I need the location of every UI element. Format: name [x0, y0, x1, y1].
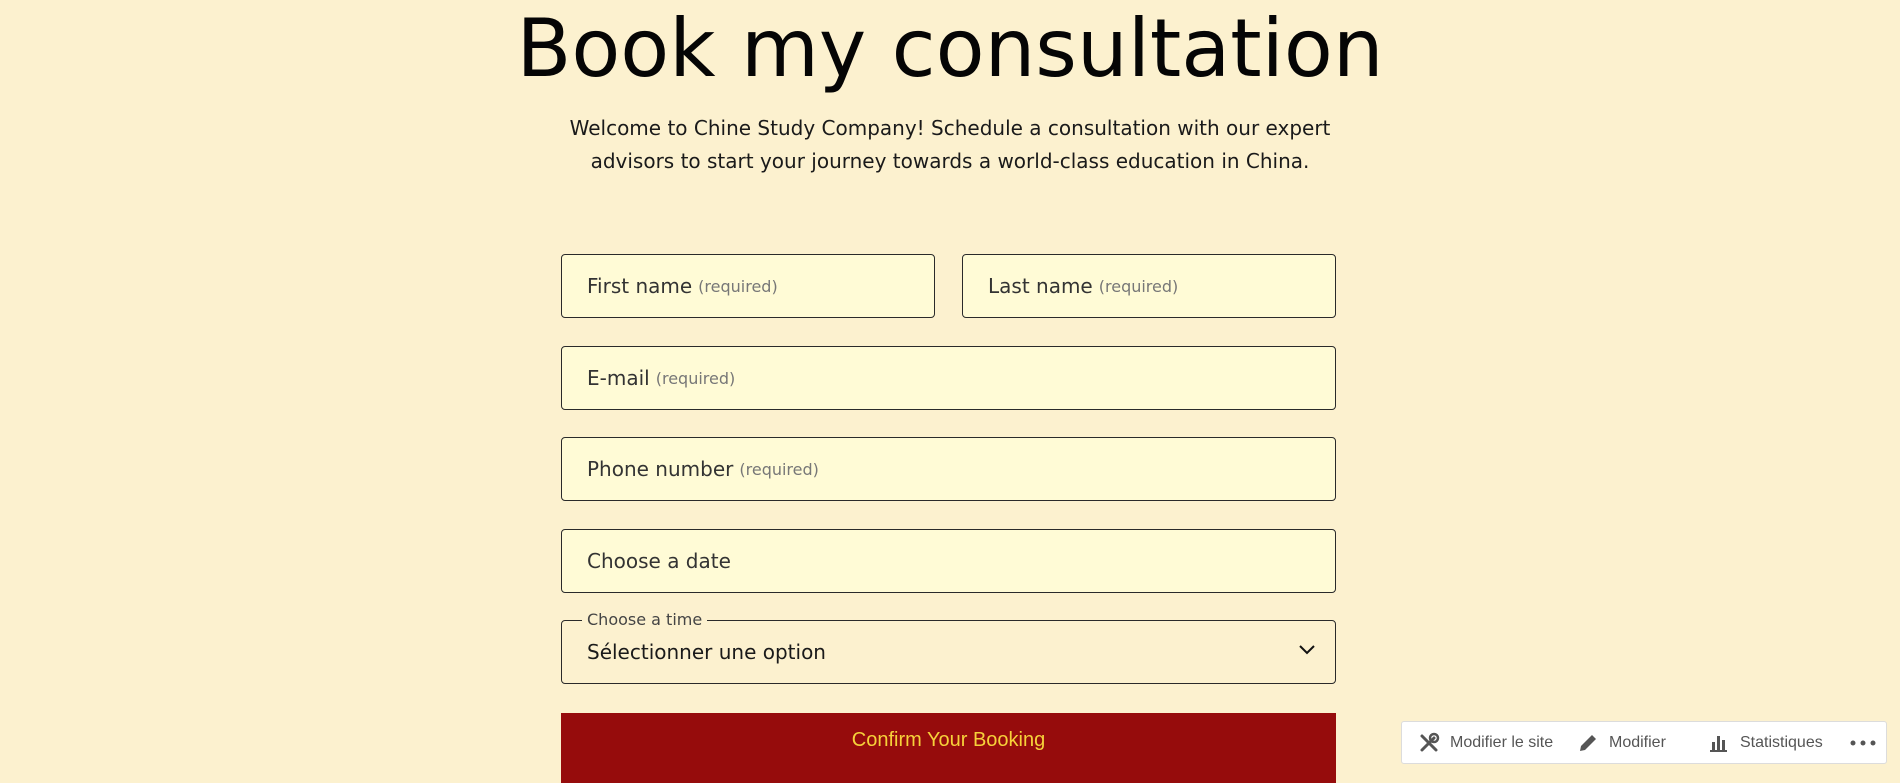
- date-field[interactable]: Choose a date: [561, 529, 1336, 593]
- bar-chart-icon: [1710, 736, 1727, 752]
- edit-site-button[interactable]: Modifier le site: [1418, 732, 1553, 754]
- email-field[interactable]: E-mail (required): [561, 346, 1336, 410]
- last-name-field[interactable]: Last name (required): [962, 254, 1336, 318]
- email-label: E-mail: [587, 366, 650, 390]
- time-select-value: Sélectionner une option: [587, 640, 826, 664]
- admin-bar: Modifier le site Modifier Statistiques: [1401, 721, 1887, 764]
- phone-label: Phone number: [587, 457, 734, 481]
- last-name-label: Last name: [988, 274, 1093, 298]
- phone-field[interactable]: Phone number (required): [561, 437, 1336, 501]
- stats-button[interactable]: Statistiques: [1708, 732, 1823, 754]
- email-hint: (required): [655, 368, 736, 388]
- more-icon: [1850, 740, 1876, 746]
- first-name-field[interactable]: First name (required): [561, 254, 935, 318]
- time-select-legend: Choose a time: [582, 610, 708, 629]
- tools-icon: [1420, 732, 1440, 752]
- edit-button[interactable]: Modifier: [1577, 732, 1666, 754]
- confirm-booking-button[interactable]: Confirm Your Booking: [561, 713, 1336, 783]
- date-label: Choose a date: [587, 549, 731, 573]
- time-select[interactable]: Choose a time Sélectionner une option: [561, 610, 1336, 684]
- stats-label: Statistiques: [1740, 734, 1823, 751]
- pencil-icon: [1580, 735, 1596, 751]
- page-title: Book my consultation: [516, 2, 1384, 95]
- first-name-label: First name: [587, 274, 693, 298]
- more-button[interactable]: [1850, 740, 1886, 746]
- intro-text: Welcome to Chine Study Company! Schedule…: [560, 112, 1340, 178]
- last-name-hint: (required): [1098, 276, 1179, 296]
- intro-line-1: Welcome to Chine Study Company! Schedule…: [569, 116, 1331, 140]
- intro-line-2: advisors to start your journey towards a…: [590, 149, 1310, 173]
- phone-hint: (required): [739, 459, 819, 479]
- chevron-down-icon: [1299, 645, 1315, 655]
- edit-site-label: Modifier le site: [1450, 734, 1554, 751]
- first-name-hint: (required): [698, 276, 778, 296]
- edit-label: Modifier: [1609, 734, 1666, 751]
